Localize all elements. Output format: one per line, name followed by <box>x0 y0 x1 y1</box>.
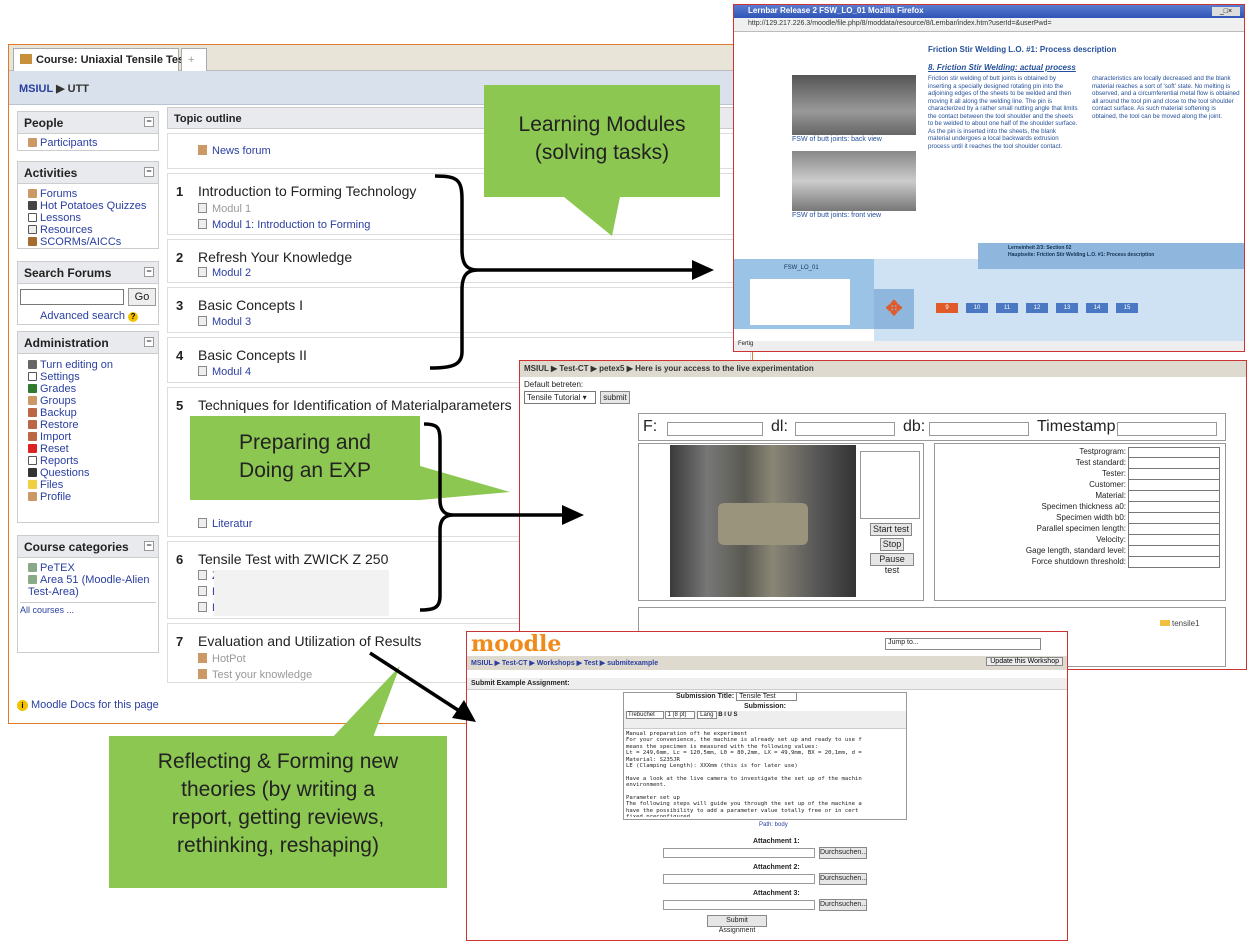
bracket-experiment <box>419 422 455 612</box>
callout-pointer <box>330 666 400 740</box>
callout-pointer <box>420 466 510 500</box>
callout-pointer <box>564 197 620 236</box>
bracket-learning <box>429 174 479 370</box>
callout-reflecting: Reflecting & Forming new theories (by wr… <box>109 736 447 888</box>
arrow-head <box>562 505 584 525</box>
arrow-head <box>692 260 714 280</box>
arrow-head <box>452 700 476 722</box>
callout-experiment: Preparing and Doing an EXP <box>190 416 420 500</box>
